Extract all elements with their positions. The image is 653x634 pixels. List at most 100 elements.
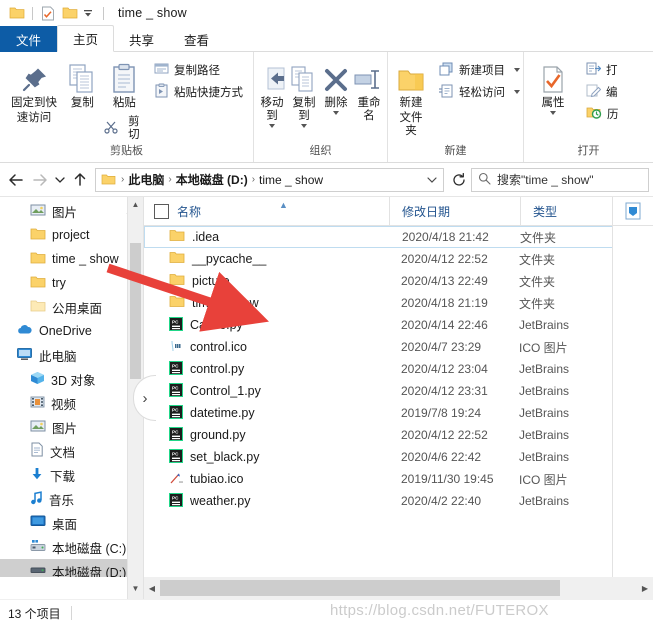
sidebar-item-drive-c[interactable]: 本地磁盘 (C:)	[0, 535, 143, 559]
new-folder-icon[interactable]	[61, 4, 79, 22]
sidebar-item-videos[interactable]: 视频	[0, 391, 143, 415]
file-date: 2020/4/6 22:42	[401, 450, 482, 464]
table-row[interactable]: time _ show 2020/4/18 21:19 文件夹	[144, 292, 653, 314]
table-row[interactable]: tubiao.ico 2019/11/30 19:45 ICO 图片	[144, 468, 653, 490]
select-all-checkbox[interactable]	[154, 203, 169, 219]
sidebar-item-this-pc[interactable]: 此电脑	[0, 343, 143, 367]
chevron-down-icon[interactable]	[514, 68, 520, 72]
new-item-button[interactable]: 新建项目	[434, 60, 524, 80]
breadcrumb-item-time-show[interactable]: time _ show	[256, 173, 326, 187]
chevron-down-icon[interactable]	[550, 111, 556, 115]
cut-button[interactable]: 剪切	[104, 114, 145, 142]
sidebar-item-pictures-qa[interactable]: 图片	[0, 199, 143, 223]
move-to-button[interactable]: 移动到	[256, 57, 288, 128]
ribbon-group-label-organize: 组织	[309, 145, 332, 157]
table-row[interactable]: picture 2020/4/13 22:49 文件夹	[144, 270, 653, 292]
scroll-up-arrow-icon[interactable]: ▲	[128, 197, 143, 212]
table-row[interactable]: PC ground.py 2020/4/12 22:52 JetBrains	[144, 424, 653, 446]
folder-icon	[101, 173, 116, 186]
chevron-down-icon[interactable]	[333, 111, 339, 115]
history-button[interactable]: 历	[582, 104, 623, 124]
preview-pane-tab[interactable]	[612, 197, 653, 226]
new-folder-button[interactable]: 新建 文件夹	[394, 57, 428, 138]
open-icon	[586, 61, 602, 79]
easy-access-button[interactable]: 轻松访问	[434, 82, 524, 102]
sidebar-item-drive-d[interactable]: 本地磁盘 (D:)	[0, 559, 143, 577]
sidebar-item-documents[interactable]: 文档	[0, 439, 143, 463]
column-header-type[interactable]: 类型	[520, 197, 603, 225]
file-type: JetBrains	[519, 494, 570, 508]
search-input[interactable]: 搜索"time _ show"	[497, 171, 594, 188]
table-row[interactable]: .idea 2020/4/18 21:42 文件夹	[144, 226, 653, 248]
file-name: set_black.py	[190, 450, 260, 464]
paste-button[interactable]: 粘贴 剪切	[103, 57, 146, 142]
pin-to-quick-access-label-2: 速访问	[16, 112, 52, 124]
up-button[interactable]	[68, 168, 92, 192]
scroll-down-arrow-icon[interactable]: ▼	[127, 577, 143, 599]
sidebar-item-onedrive[interactable]: OneDrive	[0, 319, 143, 343]
folder-icon	[169, 295, 185, 311]
scroll-left-arrow-icon[interactable]: ◀	[144, 577, 160, 599]
folder-icon	[8, 4, 26, 22]
sidebar-item-desktop[interactable]: 桌面	[0, 511, 143, 535]
table-row[interactable]: PC set_black.py 2020/4/6 22:42 JetBrains	[144, 446, 653, 468]
file-name: __pycache__	[192, 252, 267, 266]
breadcrumb-item-this-pc[interactable]: 此电脑	[125, 171, 167, 188]
table-row[interactable]: PC Canve.py 2020/4/14 22:46 JetBrains	[144, 314, 653, 336]
properties-button[interactable]: 属性	[530, 57, 576, 115]
properties-checkmark-icon[interactable]	[39, 4, 57, 22]
scrollbar-thumb[interactable]	[130, 243, 141, 379]
filelist-horizontal-scrollbar[interactable]: ◀ ▶	[143, 577, 653, 599]
sidebar-item-downloads[interactable]: 下载	[0, 463, 143, 487]
copy-to-button[interactable]: 复制到	[288, 57, 320, 128]
search-box[interactable]: 搜索"time _ show"	[471, 167, 649, 192]
table-row[interactable]: control.ico 2020/4/7 23:29 ICO 图片	[144, 336, 653, 358]
scrollbar-track[interactable]	[160, 577, 637, 599]
pin-to-quick-access-button[interactable]: 固定到快 速访问	[6, 57, 62, 125]
chevron-down-icon[interactable]	[301, 124, 307, 128]
edit-button[interactable]: 编	[582, 82, 623, 102]
copy-button[interactable]: 复制	[62, 57, 103, 110]
tab-view[interactable]: 查看	[169, 27, 224, 52]
sidebar-item-try[interactable]: try	[0, 271, 143, 295]
table-row[interactable]: __pycache__ 2020/4/12 22:52 文件夹	[144, 248, 653, 270]
chevron-down-icon[interactable]	[514, 90, 520, 94]
pin-icon	[19, 59, 49, 95]
tab-home[interactable]: 主页	[57, 25, 115, 52]
file-type: JetBrains	[519, 384, 570, 398]
tab-share[interactable]: 共享	[114, 27, 169, 52]
forward-button[interactable]	[28, 168, 52, 192]
copy-to-label: 复制到	[292, 97, 316, 122]
sidebar-item-label: try	[52, 276, 66, 290]
scrollbar-thumb[interactable]	[160, 580, 560, 596]
table-row[interactable]: PC control.py 2020/4/12 23:04 JetBrains	[144, 358, 653, 380]
column-header-name[interactable]: 名称 ▲	[144, 197, 389, 225]
sidebar-item-public-desktop[interactable]: 公用桌面	[0, 295, 143, 319]
chevron-down-icon[interactable]	[269, 124, 275, 128]
recent-locations-button[interactable]	[52, 168, 68, 192]
address-dropdown-icon[interactable]	[423, 176, 441, 184]
sidebar-item-time-show[interactable]: time _ show	[0, 247, 143, 271]
customize-caret-icon[interactable]	[79, 4, 97, 22]
pycharm-icon: PC	[169, 382, 183, 400]
sidebar-item-pictures[interactable]: 图片	[0, 415, 143, 439]
column-header-date[interactable]: 修改日期	[389, 197, 520, 225]
rename-button[interactable]: 重命名	[352, 57, 386, 123]
delete-button[interactable]: 删除	[320, 57, 352, 115]
table-row[interactable]: PC weather.py 2020/4/2 22:40 JetBrains	[144, 490, 653, 512]
tab-file[interactable]: 文件	[0, 26, 58, 52]
scroll-right-arrow-icon[interactable]: ▶	[637, 577, 653, 599]
sidebar-item-music[interactable]: 音乐	[0, 487, 143, 511]
sidebar-item-3d-objects[interactable]: 3D 对象	[0, 367, 143, 391]
table-row[interactable]: PC datetime.py 2019/7/8 19:24 JetBrains	[144, 402, 653, 424]
copy-path-button[interactable]: 复制路径	[150, 60, 247, 80]
address-field[interactable]: › 此电脑 › 本地磁盘 (D:) › time _ show	[95, 167, 444, 192]
breadcrumb-item-drive-d[interactable]: 本地磁盘 (D:)	[173, 171, 251, 188]
paste-shortcut-button[interactable]: 粘贴快捷方式	[150, 82, 247, 102]
open-button[interactable]: 打	[582, 60, 623, 80]
column-headers: 名称 ▲ 修改日期 类型	[144, 197, 653, 226]
refresh-button[interactable]	[447, 169, 471, 191]
table-row[interactable]: PC Control_1.py 2020/4/12 23:31 JetBrain…	[144, 380, 653, 402]
back-button[interactable]	[4, 168, 28, 192]
sidebar-item-project[interactable]: project	[0, 223, 143, 247]
